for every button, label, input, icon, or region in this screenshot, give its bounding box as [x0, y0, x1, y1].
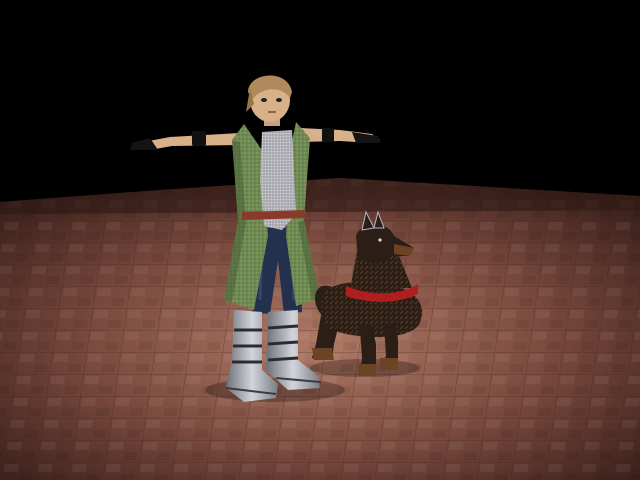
scene-canvas	[0, 0, 640, 480]
render-scene	[0, 0, 640, 480]
